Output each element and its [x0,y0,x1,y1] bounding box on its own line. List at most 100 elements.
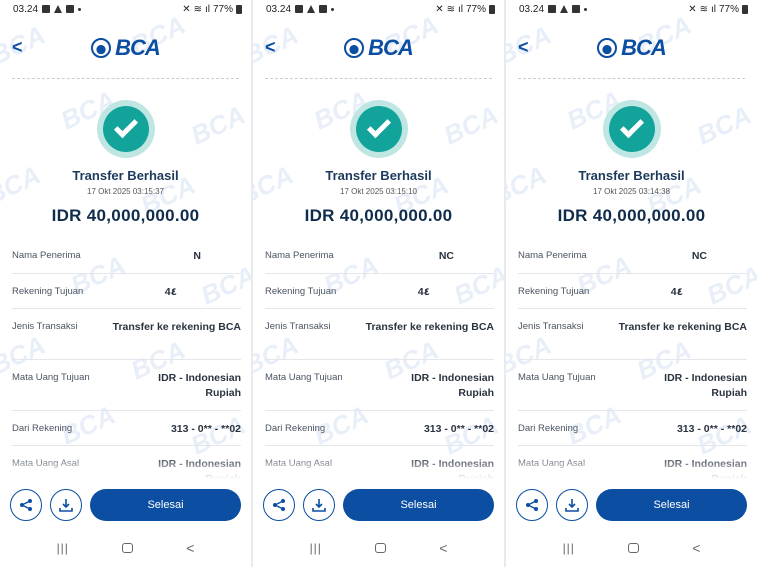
signal-icon: ıl [457,3,463,15]
dot-icon [584,7,588,11]
battery-level: 77% [212,3,233,15]
recent-apps-icon[interactable]: ||| [57,541,69,555]
home-icon[interactable] [122,543,134,553]
receipt-details[interactable]: Nama Penerima NC Rekening Tujuan 4٤ Jeni… [265,238,494,486]
detail-label: Jenis Transaksi [12,321,78,332]
detail-value: IDR - Indonesian Rupiah [411,372,494,399]
phone-screen: BCA BCA BCA BCA BCA BCA BCA BCA BCA BCA … [253,0,504,567]
wifi-icon: ≋ [446,3,455,15]
bca-logo-text: BCA [115,35,161,60]
chevron-left-icon[interactable]: < [518,38,529,56]
bca-logo: BCA [597,35,667,61]
header: < BCA [506,18,757,78]
status-time: 03.24 [13,3,39,15]
receipt-timestamp: 17 Okt 2025 03:14:38 [593,187,670,196]
battery-icon [236,4,242,14]
screens: BCA BCA BCA BCA BCA BCA BCA BCA BCA BCA … [0,0,757,567]
detail-row: Mata Uang Tujuan IDR - Indonesian Rupiah [12,360,241,411]
action-bar: Selesai [263,488,494,522]
detail-value: Transfer ke rekening BCA [112,321,241,333]
home-icon[interactable] [375,543,387,553]
chevron-left-icon[interactable]: < [265,38,276,56]
done-button[interactable]: Selesai [596,489,747,521]
scroll-fade [253,455,504,485]
divider [12,78,239,79]
detail-row: Nama Penerima N [12,238,241,274]
wifi-icon: ≋ [699,3,708,15]
recent-apps-icon[interactable]: ||| [563,541,575,555]
transfer-amount: IDR 40,000,000.00 [557,206,706,225]
bca-logo: BCA [91,35,161,61]
mute-icon: ✕ [182,3,191,15]
battery-icon [489,4,495,14]
status-time: 03.24 [519,3,545,15]
detail-label: Dari Rekening [265,423,326,434]
done-button[interactable]: Selesai [90,489,241,521]
bca-logo-icon [597,38,618,58]
bca-logo: BCA [344,35,414,61]
system-nav-bar: ||| < [0,536,251,560]
gallery-icon [295,5,304,13]
status-time: 03.24 [266,3,292,15]
share-icon [273,499,285,511]
share-button[interactable] [516,489,548,521]
home-icon[interactable] [628,543,640,553]
receipt-title: Transfer Berhasil [578,168,685,183]
recent-apps-icon[interactable]: ||| [310,541,322,555]
detail-value: NC [438,250,454,262]
action-bar: Selesai [516,488,747,522]
detail-row: Rekening Tujuan 4٤ [265,274,494,309]
download-button[interactable] [556,489,588,521]
detail-value: 313 - 0** - **02 [676,423,747,435]
detail-row: Jenis Transaksi Transfer ke rekening BCA [265,309,494,360]
download-icon [59,499,73,512]
detail-label: Dari Rekening [518,423,579,434]
status-bar: 03.24 ✕ ≋ ıl 77% [506,0,757,18]
nav-back-icon[interactable]: < [439,540,447,556]
detail-row: Dari Rekening 313 - 0** - **02 [12,411,241,446]
detail-row: Nama Penerima NC [518,238,747,274]
status-bar: 03.24 ✕ ≋ ıl 77% [0,0,251,18]
signal-icon: ıl [710,3,716,15]
receipt-details[interactable]: Nama Penerima NC Rekening Tujuan 4٤ Jeni… [518,238,747,486]
share-button[interactable] [10,489,42,521]
mute-icon: ✕ [688,3,697,15]
check-icon [113,114,138,139]
detail-value: 4٤ [164,286,177,298]
chevron-left-icon[interactable]: < [12,38,23,56]
success-badge [349,100,408,158]
check-box-icon [66,5,75,13]
bca-logo-text: BCA [621,35,667,60]
system-nav-bar: ||| < [253,536,504,560]
scroll-fade [506,455,757,485]
detail-value: IDR - Indonesian Rupiah [158,372,241,399]
share-button[interactable] [263,489,295,521]
success-badge [602,100,661,158]
detail-value: Transfer ke rekening BCA [365,321,494,333]
check-box-icon [319,5,328,13]
dot-icon [331,7,335,11]
warning-icon [307,5,316,13]
detail-label: Mata Uang Tujuan [518,372,596,383]
detail-value: NC [691,250,707,262]
detail-label: Dari Rekening [12,423,73,434]
check-icon [619,114,644,139]
header: < BCA [0,18,251,78]
dot-icon [78,7,82,11]
detail-value: N [193,250,201,262]
battery-level: 77% [465,3,486,15]
check-box-icon [572,5,581,13]
gallery-icon [42,5,51,13]
done-button[interactable]: Selesai [343,489,494,521]
warning-icon [54,5,63,13]
nav-back-icon[interactable]: < [186,540,194,556]
phone-screen: BCA BCA BCA BCA BCA BCA BCA BCA BCA BCA … [0,0,251,567]
detail-label: Jenis Transaksi [518,321,584,332]
bca-logo-text: BCA [368,35,414,60]
success-badge [96,100,155,158]
download-button[interactable] [50,489,82,521]
gallery-icon [548,5,557,13]
receipt-details[interactable]: Nama Penerima N Rekening Tujuan 4٤ Jenis… [12,238,241,486]
nav-back-icon[interactable]: < [692,540,700,556]
download-button[interactable] [303,489,335,521]
